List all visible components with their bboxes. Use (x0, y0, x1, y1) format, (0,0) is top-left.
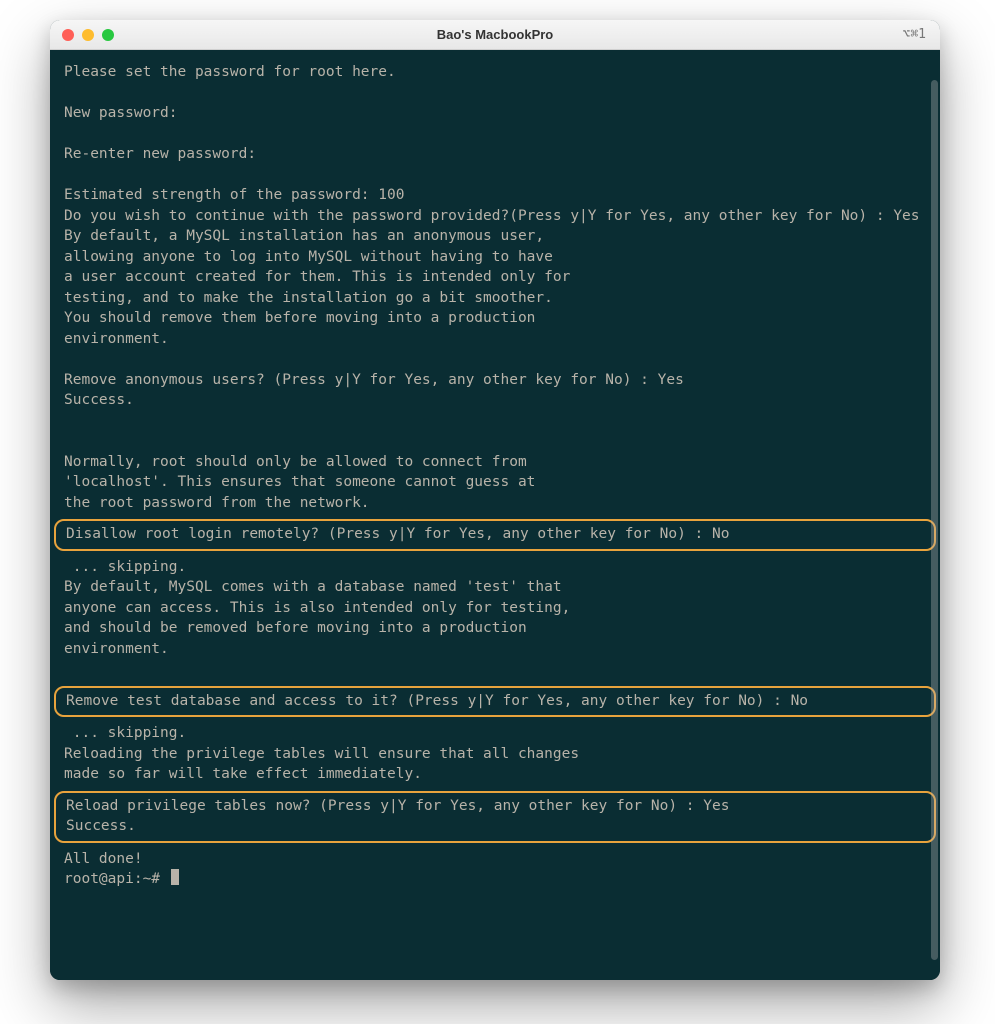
terminal-line: testing, and to make the installation go… (64, 288, 926, 309)
terminal-line: 'localhost'. This ensures that someone c… (64, 472, 926, 493)
terminal-line: Estimated strength of the password: 100 (64, 185, 926, 206)
terminal-line: Success. (66, 816, 924, 837)
highlighted-block: Disallow root login remotely? (Press y|Y… (54, 519, 936, 551)
terminal-line (64, 83, 926, 104)
terminal-line (64, 124, 926, 145)
terminal-line: a user account created for them. This is… (64, 267, 926, 288)
terminal-line: Success. (64, 390, 926, 411)
terminal-line: environment. (64, 639, 926, 660)
spacer (64, 680, 926, 686)
terminal-line: Disallow root login remotely? (Press y|Y… (66, 524, 924, 545)
terminal-line: Do you wish to continue with the passwor… (64, 206, 926, 227)
terminal-line: Remove test database and access to it? (… (66, 691, 924, 712)
terminal-line: the root password from the network. (64, 493, 926, 514)
terminal-area[interactable]: Please set the password for root here. N… (50, 50, 940, 980)
terminal-line (64, 165, 926, 186)
terminal-line: All done! (64, 849, 926, 870)
window-shortcut-hint: ⌥⌘1 (903, 27, 926, 42)
scrollbar[interactable] (931, 80, 938, 960)
terminal-line: Re-enter new password: (64, 144, 926, 165)
window-title: Bao's MacbookPro (50, 27, 940, 42)
terminal-line: New password: (64, 103, 926, 124)
terminal-line (64, 411, 926, 432)
terminal-line (64, 349, 926, 370)
terminal-line: made so far will take effect immediately… (64, 764, 926, 785)
terminal-window: Bao's MacbookPro ⌥⌘1 Please set the pass… (50, 20, 940, 980)
terminal-line (64, 659, 926, 680)
terminal-line: and should be removed before moving into… (64, 618, 926, 639)
terminal-line: environment. (64, 329, 926, 350)
prompt-text: root@api:~# (64, 871, 169, 887)
maximize-button[interactable] (102, 29, 114, 41)
terminal-line: Reloading the privilege tables will ensu… (64, 744, 926, 765)
cursor (171, 869, 179, 885)
highlighted-block: Reload privilege tables now? (Press y|Y … (54, 791, 936, 843)
terminal-line: By default, a MySQL installation has an … (64, 226, 926, 247)
terminal-line: Remove anonymous users? (Press y|Y for Y… (64, 370, 926, 391)
prompt-line[interactable]: root@api:~# (64, 869, 926, 890)
terminal-line: By default, MySQL comes with a database … (64, 577, 926, 598)
terminal-line: Please set the password for root here. (64, 62, 926, 83)
terminal-line: Reload privilege tables now? (Press y|Y … (66, 796, 924, 817)
minimize-button[interactable] (82, 29, 94, 41)
traffic-lights (62, 29, 114, 41)
terminal-line (64, 431, 926, 452)
titlebar: Bao's MacbookPro ⌥⌘1 (50, 20, 940, 50)
highlighted-block: Remove test database and access to it? (… (54, 686, 936, 718)
terminal-line: anyone can access. This is also intended… (64, 598, 926, 619)
terminal-output[interactable]: Please set the password for root here. N… (50, 50, 940, 980)
spacer (64, 785, 926, 791)
terminal-line: allowing anyone to log into MySQL withou… (64, 247, 926, 268)
terminal-line: You should remove them before moving int… (64, 308, 926, 329)
terminal-line: ... skipping. (64, 557, 926, 578)
close-button[interactable] (62, 29, 74, 41)
terminal-line: Normally, root should only be allowed to… (64, 452, 926, 473)
terminal-line: ... skipping. (64, 723, 926, 744)
